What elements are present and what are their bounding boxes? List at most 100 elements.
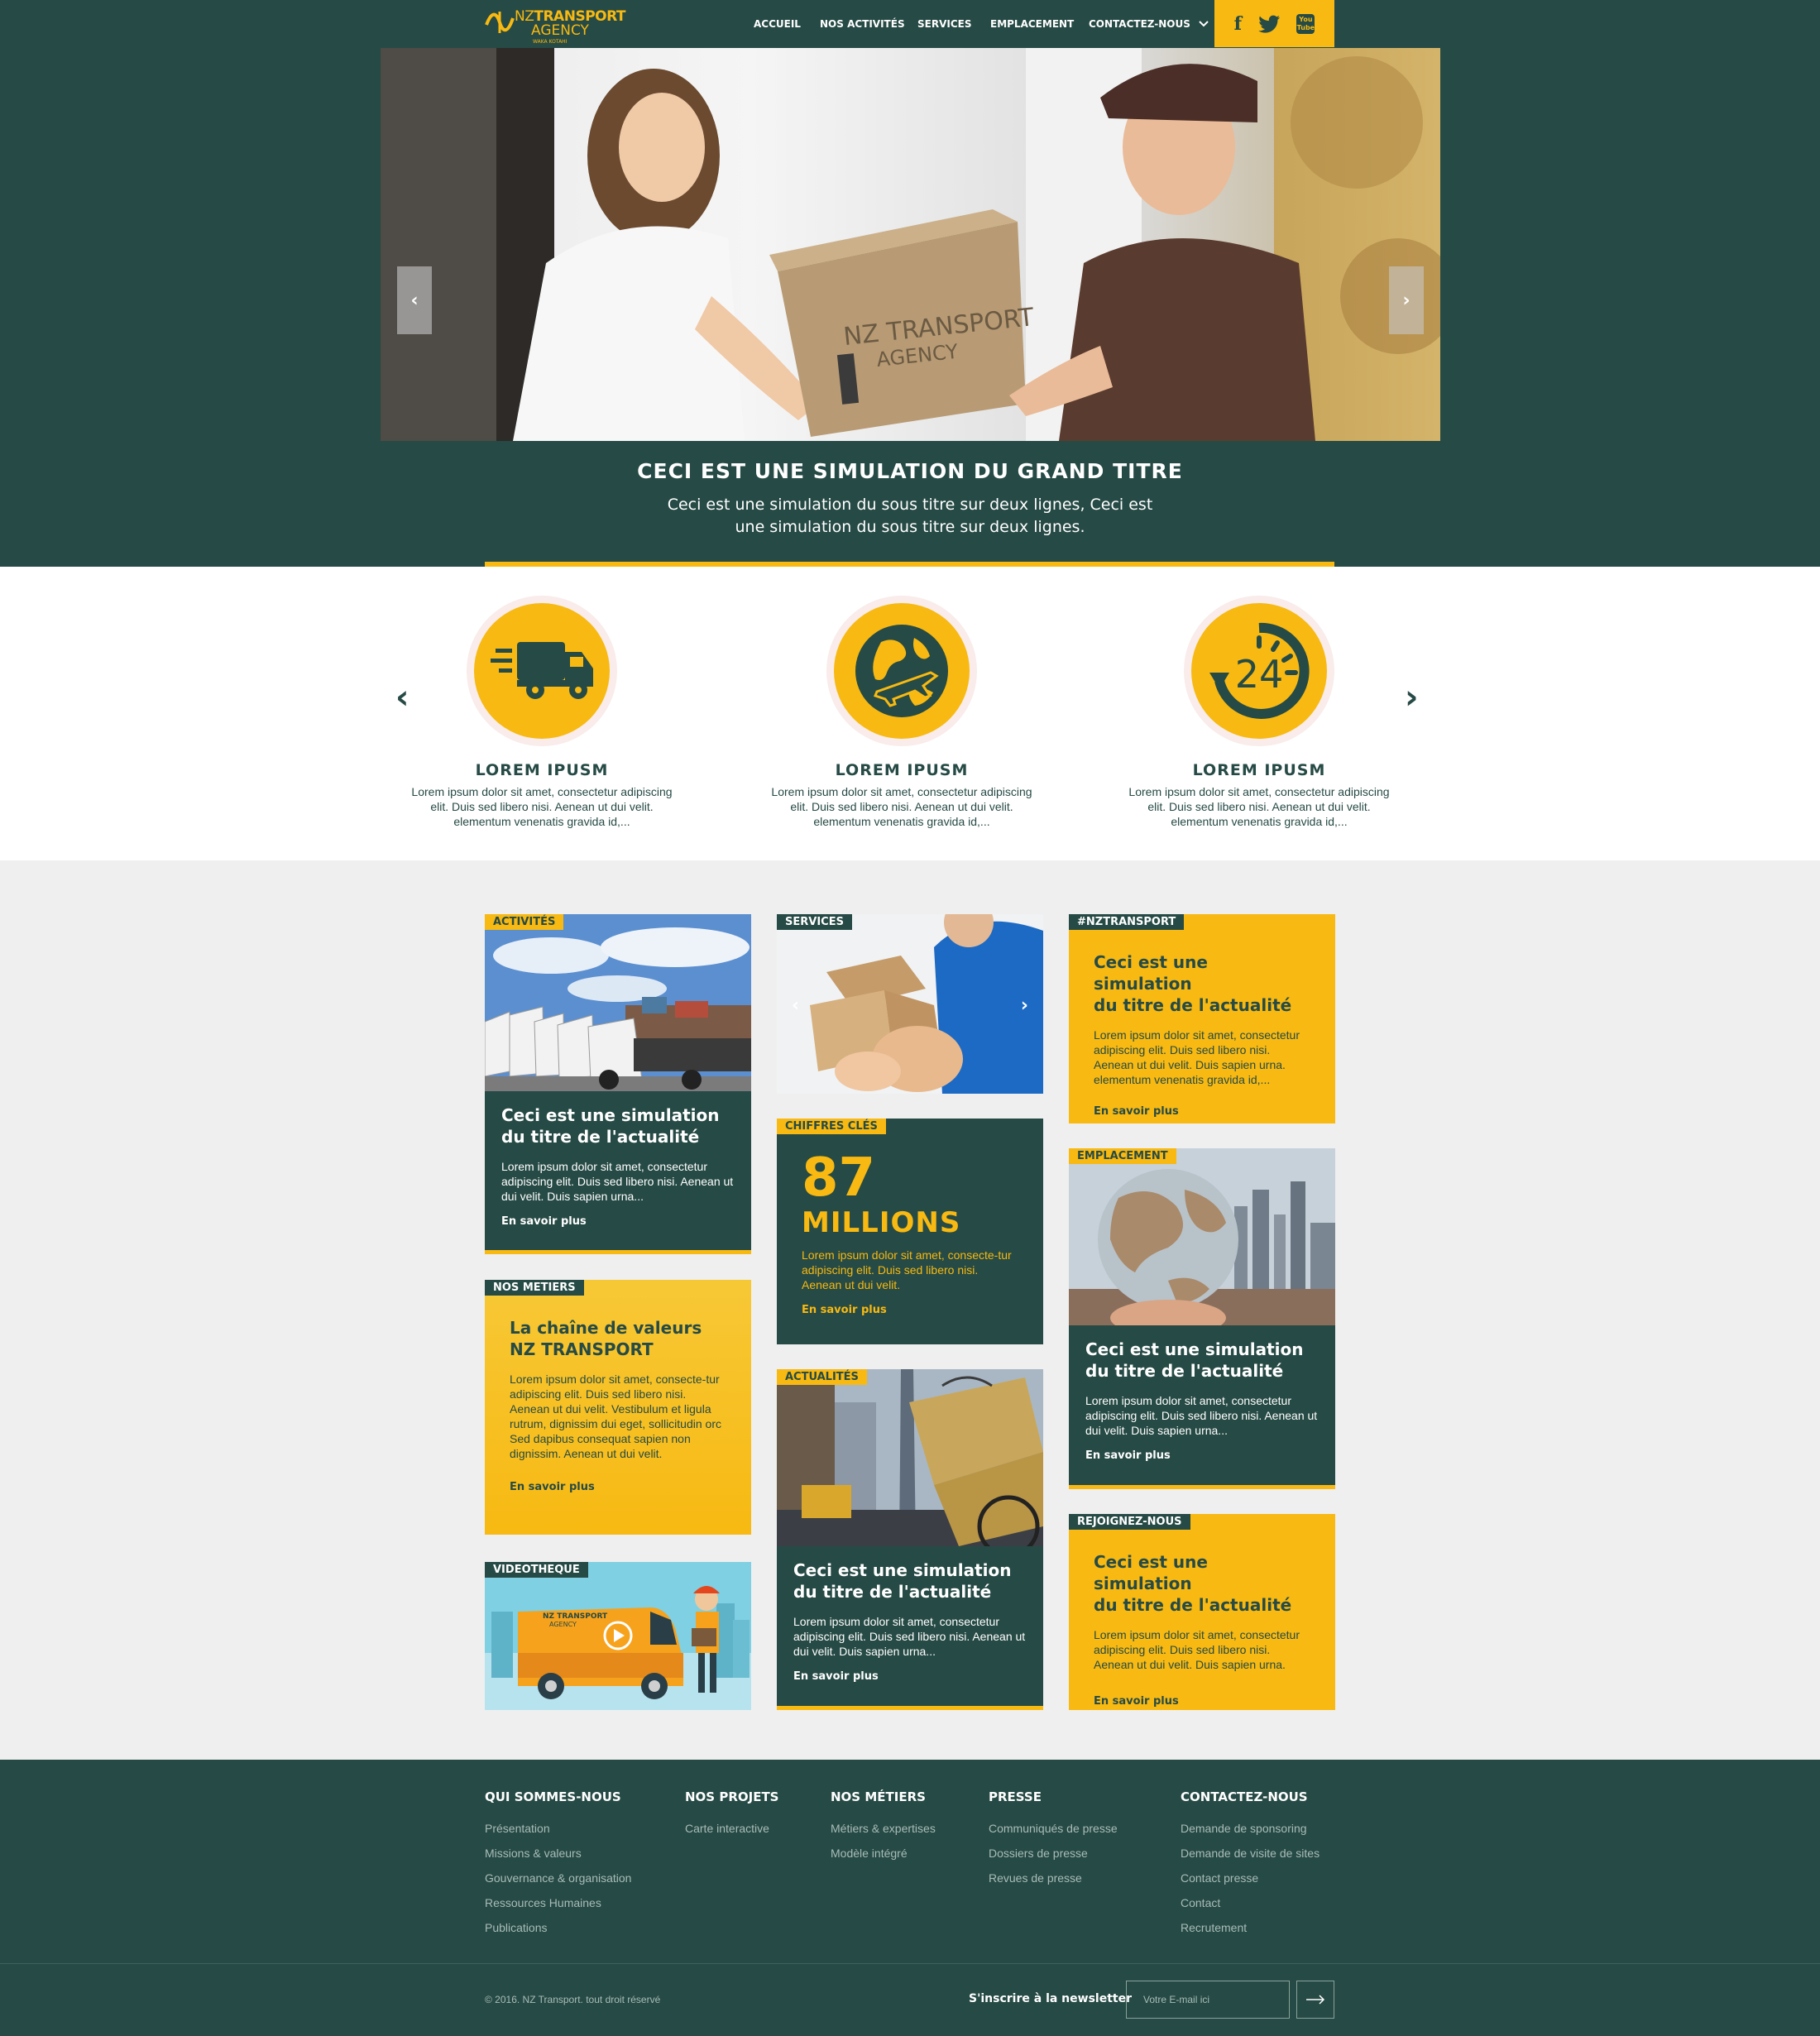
read-more-link[interactable]: En savoir plus <box>793 1670 879 1683</box>
logo[interactable]: NZTRANSPORT AGENCY WAKA KOTAHI <box>485 8 634 45</box>
nav-item-accueil[interactable]: ACCUEIL <box>754 0 801 47</box>
footer-column-contactez-nous: CONTACTEZ-NOUS Demande de sponsoring Dem… <box>1181 1789 1320 1940</box>
street-photo <box>777 1369 1043 1546</box>
footer-link[interactable]: Dossiers de presse <box>989 1841 1118 1866</box>
card-chiffres-cles[interactable]: CHIFFRES CLÉS 87 MILLIONS Lorem ipsum do… <box>777 1119 1043 1344</box>
social-links: f You Tube <box>1214 0 1334 47</box>
footer-column-nos-metiers: NOS MÉTIERS Métiers & expertises Modèle … <box>831 1789 936 1866</box>
footer-heading: QUI SOMMES-NOUS <box>485 1789 621 1804</box>
twitter-icon[interactable] <box>1257 15 1281 33</box>
card-bottom-bar <box>485 1250 751 1254</box>
card-activites[interactable]: ACTIVITÉS Ceci est une simulation du titr… <box>485 914 751 1254</box>
card-videotheque[interactable]: VIDEOTHEQUE NZ TRANSPORT AGENCY <box>485 1562 751 1710</box>
footer-link[interactable]: Demande de visite de sites <box>1181 1841 1320 1866</box>
footer-divider <box>0 1963 1820 1964</box>
card-tag: SERVICES <box>777 914 852 930</box>
read-more-link[interactable]: En savoir plus <box>802 1304 887 1316</box>
card-tag: NOS METIERS <box>485 1280 584 1296</box>
hero-prev-button[interactable]: ‹ <box>397 266 432 334</box>
hero-photo: NZ TRANSPORT AGENCY <box>381 48 1440 441</box>
svg-text:AGENCY: AGENCY <box>549 1621 577 1628</box>
newsletter-submit-button[interactable] <box>1296 1981 1334 2019</box>
card-text: Lorem ipsum dolor sit amet, consectetur … <box>501 1160 734 1203</box>
footer-link[interactable]: Publications <box>485 1915 631 1940</box>
nav-label: NOS ACTIVITÉS <box>820 17 905 30</box>
service-text: Lorem ipsum dolor sit amet, consectetur … <box>771 785 1032 828</box>
card-tag: ACTIVITÉS <box>485 914 564 930</box>
card-title: La chaîne de valeurs NZ TRANSPORT <box>510 1318 702 1359</box>
service-icon-circle <box>467 596 617 746</box>
footer-column-qui-sommes-nous: QUI SOMMES-NOUS Présentation Missions & … <box>485 1789 631 1940</box>
footer-link[interactable]: Métiers & expertises <box>831 1816 936 1841</box>
card-title: Ceci est une simulation du titre de l'act… <box>1085 1339 1304 1381</box>
footer-link[interactable]: Recrutement <box>1181 1915 1320 1940</box>
card-bottom-bar <box>777 1706 1043 1710</box>
footer-heading: NOS PROJETS <box>685 1789 779 1804</box>
nav-item-activites[interactable]: NOS ACTIVITÉS <box>820 0 905 47</box>
service-item[interactable]: LOREM IPUSM Lorem ipsum dolor sit amet, … <box>393 596 691 829</box>
read-more-link[interactable]: En savoir plus <box>501 1215 587 1228</box>
service-item[interactable]: 24 LOREM IPUSM Lorem ipsum dolor sit ame… <box>1110 596 1408 829</box>
service-text: Lorem ipsum dolor sit amet, consectetur … <box>411 785 673 828</box>
card-tag: REJOIGNEZ-NOUS <box>1069 1514 1190 1530</box>
hero-next-button[interactable]: › <box>1389 266 1424 334</box>
footer-link[interactable]: Ressources Humaines <box>485 1890 631 1915</box>
service-title: LOREM IPUSM <box>1192 761 1326 779</box>
footer-link[interactable]: Modèle intégré <box>831 1841 936 1866</box>
card-actualites[interactable]: ACTUALITÉS Ceci est une simulation du tit… <box>777 1369 1043 1710</box>
card-text: Lorem ipsum dolor sit amet, consectetur … <box>1085 1394 1318 1437</box>
hero-slider-image: NZ TRANSPORT AGENCY ‹ › <box>381 48 1440 441</box>
service-item[interactable]: LOREM IPUSM Lorem ipsum dolor sit amet, … <box>753 596 1051 829</box>
footer-column-nos-projets: NOS PROJETS Carte interactive <box>685 1789 779 1841</box>
newsletter-label: S'inscrire à la newsletter <box>969 1992 1132 2005</box>
nav-label: CONTACTEZ-NOUS <box>1089 17 1190 30</box>
footer-link[interactable]: Contact presse <box>1181 1866 1320 1890</box>
card-services[interactable]: SERVICES ‹ › <box>777 914 1043 1094</box>
footer-link[interactable]: Présentation <box>485 1816 631 1841</box>
service-title: LOREM IPUSM <box>475 761 609 779</box>
footer-link[interactable]: Carte interactive <box>685 1816 779 1841</box>
copyright-text: © 2016. NZ Transport. tout droit réservé <box>485 1994 661 2005</box>
read-more-link[interactable]: En savoir plus <box>1094 1695 1179 1708</box>
card-tag: EMPLACEMENT <box>1069 1148 1176 1164</box>
clock-24-icon: 24 <box>1209 622 1310 719</box>
services-next-arrow[interactable]: › <box>1021 995 1028 1016</box>
footer-link[interactable]: Communiqués de presse <box>989 1816 1118 1841</box>
trucks-photo <box>485 914 751 1091</box>
hero-title: CECI EST UNE SIMULATION DU GRAND TITRE <box>637 459 1183 483</box>
facebook-icon[interactable]: f <box>1234 13 1242 35</box>
globe-city-photo <box>1069 1148 1335 1325</box>
services-prev-arrow[interactable]: ‹ <box>792 995 799 1016</box>
nav-label: ACCUEIL <box>754 17 801 30</box>
footer-link[interactable]: Missions & valeurs <box>485 1841 631 1866</box>
service-icon-circle: 24 <box>1184 596 1334 746</box>
read-more-link[interactable]: En savoir plus <box>1085 1449 1171 1462</box>
card-title: Ceci est une simulation du titre de l'act… <box>1094 952 1292 1015</box>
nav-item-contactez-nous[interactable]: CONTACTEZ-NOUS <box>1089 0 1209 47</box>
footer-link[interactable]: Demande de sponsoring <box>1181 1816 1320 1841</box>
chevron-down-icon <box>1199 20 1209 26</box>
card-rejoignez-nous[interactable]: REJOIGNEZ-NOUS Ceci est une simulation du… <box>1069 1514 1335 1710</box>
card-metiers[interactable]: NOS METIERS La chaîne de valeurs NZ TRANS… <box>485 1280 751 1535</box>
card-text: Lorem ipsum dolor sit amet, consecte-tur… <box>802 1248 1012 1291</box>
card-emplacement[interactable]: EMPLACEMENT Ceci est une simulation du ti… <box>1069 1148 1335 1489</box>
youtube-icon[interactable]: You Tube <box>1296 13 1315 34</box>
card-tag: #NZTRANSPORT <box>1069 914 1185 930</box>
footer-link[interactable]: Revues de presse <box>989 1866 1118 1890</box>
read-more-link[interactable]: En savoir plus <box>510 1481 595 1493</box>
footer-heading: CONTACTEZ-NOUS <box>1181 1789 1308 1804</box>
hero-subtitle: Ceci est une simulation du sous titre su… <box>667 496 1153 536</box>
newsletter-email-input[interactable] <box>1126 1981 1290 2019</box>
nav-item-services[interactable]: SERVICES <box>917 0 971 47</box>
svg-text:NZ TRANSPORT: NZ TRANSPORT <box>543 1612 608 1621</box>
card-nztransport[interactable]: #NZTRANSPORT Ceci est une simulation du t… <box>1069 914 1335 1123</box>
logo-wave-icon <box>485 12 515 33</box>
footer-link[interactable]: Gouvernance & organisation <box>485 1866 631 1890</box>
footer-link[interactable]: Contact <box>1181 1890 1320 1915</box>
nav-item-emplacement[interactable]: EMPLACEMENT <box>990 0 1074 47</box>
read-more-link[interactable]: En savoir plus <box>1094 1105 1179 1118</box>
svg-text:24: 24 <box>1235 652 1284 697</box>
van-illustration: NZ TRANSPORT AGENCY <box>485 1586 751 1710</box>
card-tag: CHIFFRES CLÉS <box>777 1119 886 1134</box>
logo-line-2: AGENCY <box>531 22 589 39</box>
